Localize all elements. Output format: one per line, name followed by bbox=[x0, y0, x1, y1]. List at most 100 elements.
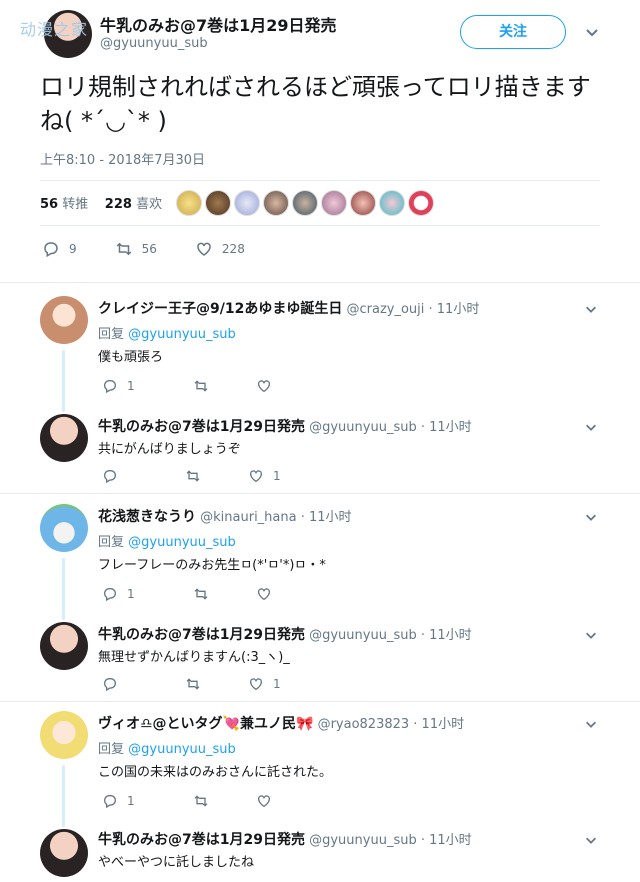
liker-avatar[interactable] bbox=[350, 190, 376, 216]
reply-text: この国の未来はのみおさんに託された。 bbox=[98, 765, 333, 780]
reply-to-handle[interactable]: @gyuunyuu_sub bbox=[128, 742, 236, 757]
liker-avatar[interactable] bbox=[321, 190, 347, 216]
reply-actions: 1 bbox=[102, 378, 319, 394]
retweet-icon bbox=[115, 240, 133, 258]
divider bbox=[0, 701, 640, 702]
reply-meta[interactable]: @crazy_ouji · 11小时 bbox=[346, 302, 479, 317]
reply-prefix: 回复 bbox=[98, 327, 125, 342]
reply-author-name[interactable]: 花浅葱きなうり bbox=[98, 509, 196, 525]
retweet-button[interactable] bbox=[193, 378, 218, 394]
heart-icon bbox=[256, 378, 272, 394]
avatar[interactable] bbox=[40, 622, 88, 670]
reply-meta[interactable]: @gyuunyuu_sub · 11小时 bbox=[309, 420, 472, 435]
chevron-down-icon[interactable] bbox=[584, 302, 598, 316]
reply-button[interactable]: 9 bbox=[42, 240, 77, 258]
avatar[interactable] bbox=[40, 296, 88, 344]
reply-header: クレイジー王子@9/12あゆまゆ誕生日 @crazy_ouji · 11小时 bbox=[98, 298, 479, 318]
liker-avatar[interactable] bbox=[234, 190, 260, 216]
retweet-button[interactable]: 56 bbox=[115, 240, 157, 258]
avatar[interactable] bbox=[40, 414, 88, 462]
author-handle[interactable]: @gyuunyuu_sub bbox=[100, 36, 208, 51]
reply-author-name[interactable]: クレイジー王子@9/12あゆまゆ誕生日 bbox=[98, 301, 342, 317]
reply-icon bbox=[102, 378, 118, 394]
retweet-button[interactable] bbox=[193, 586, 218, 602]
chevron-down-icon[interactable] bbox=[584, 717, 598, 731]
reply-prefix: 回复 bbox=[98, 535, 125, 550]
thread-line bbox=[62, 558, 65, 620]
reply-author-name[interactable]: ヴィオ♎@といタグ💘兼ユノ民🎀 bbox=[98, 716, 313, 732]
retweet-icon bbox=[185, 468, 201, 484]
retweet-button[interactable] bbox=[185, 468, 210, 484]
chevron-down-icon[interactable] bbox=[584, 24, 600, 40]
retweet-button[interactable] bbox=[185, 676, 210, 692]
reply-button[interactable]: 1 bbox=[102, 793, 135, 809]
chevron-down-icon[interactable] bbox=[584, 420, 598, 434]
reply-meta[interactable]: @gyuunyuu_sub · 11小时 bbox=[309, 628, 472, 643]
liker-avatar[interactable] bbox=[263, 190, 289, 216]
avatar[interactable] bbox=[40, 504, 88, 552]
liker-avatar[interactable] bbox=[292, 190, 318, 216]
liker-avatar[interactable] bbox=[408, 190, 434, 216]
tweet-stats: 56 转推 228 喜欢 bbox=[40, 193, 162, 212]
reply-prefix: 回复 bbox=[98, 742, 125, 757]
reply-text: やべーやつに託しましたね bbox=[98, 855, 255, 870]
reply-meta[interactable]: @kinauri_hana · 11小时 bbox=[200, 510, 351, 525]
reply-to-handle[interactable]: @gyuunyuu_sub bbox=[128, 327, 236, 342]
reply-button[interactable]: 1 bbox=[102, 378, 135, 394]
retweets-count[interactable]: 56 bbox=[40, 197, 58, 212]
like-button[interactable]: 228 bbox=[195, 240, 245, 258]
author-name[interactable]: 牛乳のみお@7巻は1月29日発売 bbox=[100, 12, 337, 36]
reply-icon bbox=[102, 468, 118, 484]
like-button[interactable] bbox=[256, 586, 281, 602]
reply-meta[interactable]: @ryao823823 · 11小时 bbox=[318, 717, 465, 732]
divider bbox=[0, 493, 640, 494]
like-button[interactable]: 1 bbox=[248, 676, 281, 692]
tweet-actions: 9 56 228 bbox=[42, 240, 283, 258]
heart-icon bbox=[256, 586, 272, 602]
avatar[interactable] bbox=[40, 711, 88, 759]
likes-count[interactable]: 228 bbox=[105, 197, 132, 212]
reply-meta[interactable]: @gyuunyuu_sub · 11小时 bbox=[309, 833, 472, 848]
chevron-down-icon[interactable] bbox=[584, 833, 598, 847]
retweet-icon bbox=[193, 378, 209, 394]
heart-icon bbox=[256, 793, 272, 809]
divider bbox=[0, 282, 640, 283]
reply-text: 無理せずかんばりますん(:3_ヽ)_ bbox=[98, 650, 290, 665]
divider bbox=[40, 225, 600, 226]
follow-button[interactable]: 关注 bbox=[460, 15, 566, 49]
chevron-down-icon[interactable] bbox=[584, 510, 598, 524]
divider bbox=[40, 180, 600, 181]
reply-header: 牛乳のみお@7巻は1月29日発売 @gyuunyuu_sub · 11小时 bbox=[98, 829, 472, 849]
likes-label[interactable]: 喜欢 bbox=[136, 197, 162, 212]
tweet-timestamp[interactable]: 上午8:10 - 2018年7月30日 bbox=[40, 149, 205, 168]
tweet-header: 牛乳のみお@7巻は1月29日発売 @gyuunyuu_sub 关注 bbox=[0, 0, 640, 64]
retweet-count: 56 bbox=[141, 242, 157, 256]
reply-author-name[interactable]: 牛乳のみお@7巻は1月29日発売 bbox=[98, 832, 305, 848]
liker-avatar[interactable] bbox=[205, 190, 231, 216]
like-button[interactable]: 1 bbox=[248, 468, 281, 484]
chevron-down-icon[interactable] bbox=[584, 628, 598, 642]
reply-count: 1 bbox=[127, 379, 135, 393]
thread-line bbox=[62, 765, 65, 827]
reply-icon bbox=[102, 793, 118, 809]
reply-button[interactable] bbox=[102, 676, 127, 692]
retweets-label[interactable]: 转推 bbox=[62, 197, 88, 212]
liker-avatar[interactable] bbox=[379, 190, 405, 216]
like-button[interactable] bbox=[256, 378, 281, 394]
retweet-icon bbox=[185, 676, 201, 692]
reply-button[interactable] bbox=[102, 468, 127, 484]
reply-count: 1 bbox=[127, 587, 135, 601]
liker-avatar[interactable] bbox=[176, 190, 202, 216]
reply-actions: 1 bbox=[102, 793, 319, 809]
reply-button[interactable]: 1 bbox=[102, 586, 135, 602]
reply-header: ヴィオ♎@といタグ💘兼ユノ民🎀 @ryao823823 · 11小时 bbox=[98, 713, 464, 733]
reply-to-handle[interactable]: @gyuunyuu_sub bbox=[128, 535, 236, 550]
retweet-button[interactable] bbox=[193, 793, 218, 809]
like-button[interactable] bbox=[256, 793, 281, 809]
reply-icon bbox=[42, 240, 60, 258]
heart-icon bbox=[248, 468, 264, 484]
avatar[interactable] bbox=[40, 829, 88, 877]
reply-author-name[interactable]: 牛乳のみお@7巻は1月29日発売 bbox=[98, 627, 305, 643]
reply-author-name[interactable]: 牛乳のみお@7巻は1月29日発売 bbox=[98, 419, 305, 435]
reply-icon bbox=[102, 586, 118, 602]
